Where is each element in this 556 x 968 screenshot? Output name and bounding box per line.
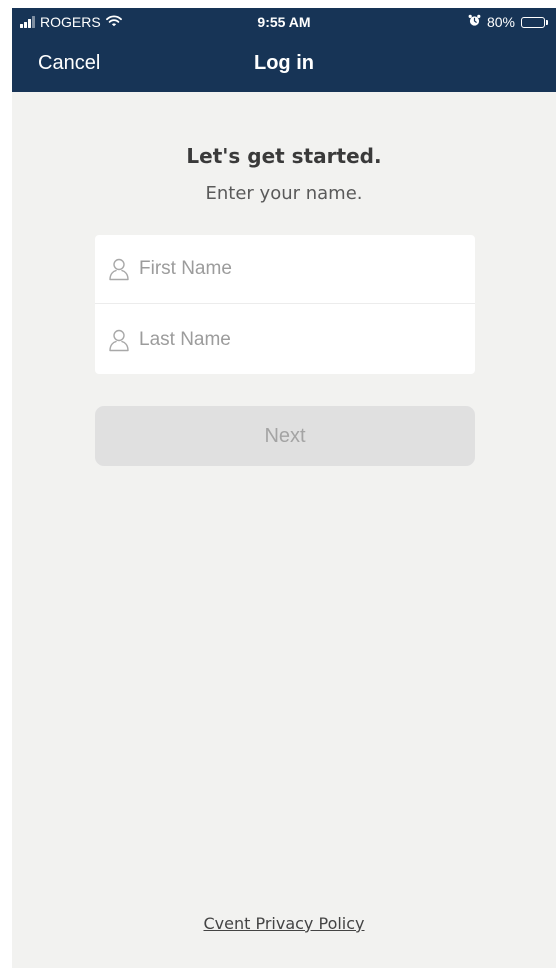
login-screen: ROGERS 9:55 AM 80% Cancel Log in Let's g… <box>12 8 556 968</box>
last-name-input[interactable] <box>139 324 459 355</box>
nav-bar: Cancel Log in <box>12 38 556 92</box>
alarm-icon <box>468 14 481 30</box>
user-icon <box>109 329 129 351</box>
battery-icon <box>521 16 548 28</box>
privacy-policy-link[interactable]: Cvent Privacy Policy <box>12 914 556 933</box>
first-name-row[interactable] <box>95 235 475 304</box>
instruction-text: Enter your name. <box>205 183 363 204</box>
battery-percent: 80% <box>486 14 515 30</box>
user-icon <box>109 258 129 281</box>
last-name-row[interactable] <box>95 305 475 374</box>
app-header: ROGERS 9:55 AM 80% Cancel Log in <box>12 8 556 92</box>
status-right: 80% <box>468 14 548 30</box>
welcome-heading: Let's get started. <box>186 144 382 168</box>
first-name-input[interactable] <box>139 254 459 284</box>
name-form <box>95 235 475 374</box>
next-button[interactable]: Next <box>95 406 475 466</box>
status-bar: ROGERS 9:55 AM 80% <box>12 8 556 38</box>
page-title: Log in <box>254 52 314 74</box>
